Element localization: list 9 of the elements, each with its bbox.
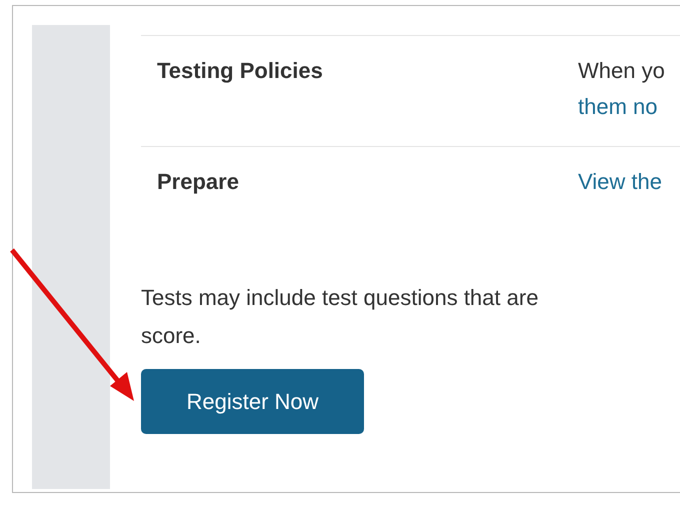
detail-label: Testing Policies <box>157 57 324 85</box>
note-text: score. <box>141 322 202 350</box>
description-text: When yo <box>578 57 666 85</box>
arrow-icon <box>10 248 134 401</box>
link[interactable]: View the <box>578 164 680 200</box>
register-button[interactable]: Register Now <box>141 369 364 434</box>
link[interactable]: them no <box>578 89 680 125</box>
detail-label: Prepare <box>157 168 240 196</box>
note-text: Tests may include test questions that are <box>141 284 540 312</box>
